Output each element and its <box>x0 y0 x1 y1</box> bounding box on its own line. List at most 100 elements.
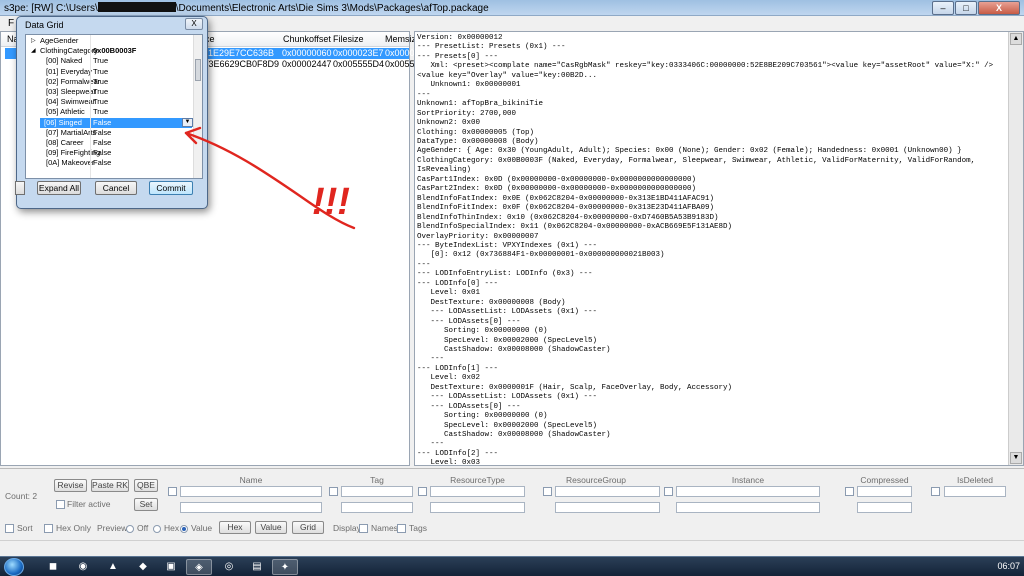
qbe-button[interactable]: QBE <box>134 479 158 492</box>
hex-button[interactable]: Hex <box>219 521 251 534</box>
grid-row[interactable]: [07] MartialArts False <box>26 128 194 138</box>
filter-resourcegroup-checkbox[interactable] <box>543 487 552 496</box>
value-text-line: --- <box>417 90 431 99</box>
expand-all-button[interactable]: Expand All <box>37 181 81 195</box>
column-filesize[interactable]: Filesize <box>333 34 364 44</box>
filter-resourcegroup-value-input[interactable] <box>555 502 660 513</box>
vlc-icon[interactable]: ▲ <box>100 559 126 575</box>
property-grid[interactable]: [0A] Makeover False [09] FireFighting False… <box>25 34 203 179</box>
grid-scroll-thumb[interactable] <box>195 59 201 81</box>
display-tags-checkbox[interactable] <box>397 524 406 533</box>
s3pe-taskbar-icon[interactable]: ◈ <box>186 559 212 575</box>
hidden-button-edge[interactable] <box>15 181 25 195</box>
menu-file[interactable]: F <box>8 18 14 29</box>
grid-row-value[interactable]: True <box>93 107 108 117</box>
sims-icon[interactable]: ◆ <box>130 559 156 575</box>
grid-row-value[interactable]: False <box>93 118 111 128</box>
grid-row[interactable]: [09] FireFighting False <box>26 148 194 158</box>
table-row[interactable]: F3E6629CB0F8D9 0x00002447 0x005555D4 0x0… <box>201 59 415 70</box>
filter-instance-checkbox[interactable] <box>664 487 673 496</box>
filter-resourcetype-checkbox[interactable] <box>418 487 427 496</box>
filter-compressed-checkbox[interactable] <box>845 487 854 496</box>
value-dropdown-button[interactable]: ▼ <box>182 118 193 127</box>
filter-name-checkbox[interactable] <box>168 487 177 496</box>
close-button[interactable]: X <box>978 1 1020 15</box>
filter-resourcetype-value-input[interactable] <box>430 502 525 513</box>
grid-row[interactable]: [02] Formalwear True <box>26 77 194 87</box>
vertical-scrollbar[interactable]: ▲ ▼ <box>1008 32 1023 465</box>
preview-off-radio[interactable] <box>126 525 134 533</box>
expand-icon[interactable]: ▷ <box>31 36 36 46</box>
grid-row[interactable]: [0A] Makeover False <box>26 158 194 168</box>
display-names-checkbox[interactable] <box>359 524 368 533</box>
filter-active-checkbox[interactable] <box>56 500 65 509</box>
chrome-icon[interactable]: ◉ <box>70 559 96 575</box>
filter-compressed-input[interactable] <box>857 486 912 497</box>
filter-isdeleted-checkbox[interactable] <box>931 487 940 496</box>
grid-row-value[interactable]: False <box>93 128 111 138</box>
filter-instance-input[interactable] <box>676 486 820 497</box>
start-button-icon[interactable] <box>4 558 24 576</box>
filter-isdeleted-input[interactable] <box>944 486 1006 497</box>
grid-scrollbar[interactable] <box>193 35 202 178</box>
dialog-close-button[interactable]: X <box>185 18 203 30</box>
grid-row-value[interactable]: True <box>93 77 108 87</box>
grid-row[interactable]: ◢ ClothingCategory 0x00B0003F <box>26 46 194 56</box>
cancel-button[interactable]: Cancel <box>95 181 137 195</box>
sort-checkbox[interactable] <box>5 524 14 533</box>
grid-row-value[interactable]: False <box>93 158 111 168</box>
s3pe-window-icon[interactable]: ✦ <box>272 559 298 575</box>
filter-resourcetype-input[interactable] <box>430 486 525 497</box>
preview-value-radio[interactable] <box>180 525 188 533</box>
grid-row-value[interactable]: False <box>93 148 111 158</box>
commit-button[interactable]: Commit <box>149 181 193 195</box>
scroll-up-icon[interactable]: ▲ <box>1010 33 1022 45</box>
grid-row[interactable]: [03] Sleepwear True <box>26 87 194 97</box>
grid-row[interactable]: ▷ AgeGender <box>26 36 194 46</box>
folder-icon[interactable]: ▤ <box>244 559 270 575</box>
app-icon[interactable]: ▣ <box>158 559 184 575</box>
minimize-button[interactable]: – <box>932 1 954 15</box>
grid-row-value[interactable]: True <box>93 56 108 66</box>
hex-only-checkbox[interactable] <box>44 524 53 533</box>
filter-tag-checkbox[interactable] <box>329 487 338 496</box>
collapse-icon[interactable]: ◢ <box>31 46 36 56</box>
filter-name-value-input[interactable] <box>180 502 322 513</box>
resource-value-view[interactable]: Version: 0x00000012 --- PresetList: Prese… <box>414 31 1024 466</box>
value-button[interactable]: Value <box>255 521 287 534</box>
filter-resourcegroup-input[interactable] <box>555 486 660 497</box>
data-grid-dialog: Data Grid X [0A] Makeover False [09] FireF… <box>15 16 208 209</box>
grid-row[interactable]: [08] Career False <box>26 138 194 148</box>
grid-row-value[interactable]: True <box>93 67 108 77</box>
filter-tag-value-input[interactable] <box>341 502 413 513</box>
user-avatar-icon[interactable]: ◼ <box>40 559 66 575</box>
firefox-icon[interactable]: ◎ <box>216 559 242 575</box>
grid-row[interactable]: [00] Naked True <box>26 56 194 66</box>
revise-button[interactable]: Revise <box>54 479 87 492</box>
grid-row[interactable]: [06] Singed False <box>40 117 192 128</box>
filter-name-input[interactable] <box>180 486 322 497</box>
maximize-button[interactable]: □ <box>955 1 977 15</box>
filter-instance-value-input[interactable] <box>676 502 820 513</box>
table-row[interactable]: 91E29E7CC636B 0x00000060 0x000023E7 0x00… <box>201 48 415 59</box>
grid-row-value[interactable]: False <box>93 138 111 148</box>
value-text-line: --- PresetList: Presets (0x1) --- <box>417 43 566 52</box>
grid-row-value[interactable]: True <box>93 97 108 107</box>
filter-tag-input[interactable] <box>341 486 413 497</box>
column-memsize[interactable]: Memsiz <box>385 34 416 44</box>
paste-rk-button[interactable]: Paste RK <box>91 479 129 492</box>
grid-column-divider[interactable] <box>90 35 91 178</box>
clock[interactable]: 06:07 <box>997 561 1020 571</box>
grid-row[interactable]: [05] Athletic True <box>26 107 194 117</box>
column-chunkoffset[interactable]: Chunkoffset <box>283 34 331 44</box>
set-button[interactable]: Set <box>134 498 158 511</box>
grid-row-value[interactable]: 0x00B0003F <box>93 46 136 56</box>
filter-compressed-value-input[interactable] <box>857 502 912 513</box>
grid-button[interactable]: Grid <box>292 521 324 534</box>
grid-row[interactable]: [01] Everyday True <box>26 67 194 77</box>
scroll-down-icon[interactable]: ▼ <box>1010 452 1022 464</box>
status-bar <box>0 540 1024 556</box>
preview-hex-radio[interactable] <box>153 525 161 533</box>
grid-row-value[interactable]: True <box>93 87 108 97</box>
grid-row[interactable]: [04] Swimwear True <box>26 97 194 107</box>
